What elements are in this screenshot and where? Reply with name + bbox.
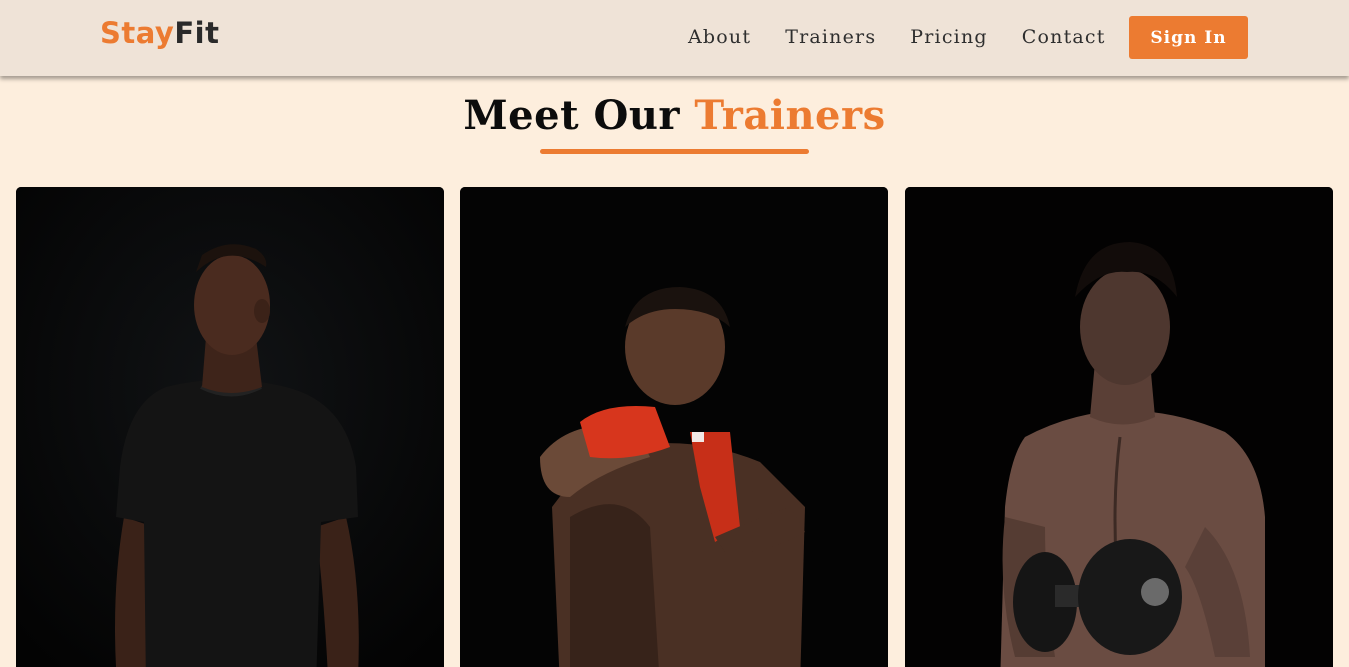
sign-in-button[interactable]: Sign In xyxy=(1129,16,1248,59)
trainer-card-2[interactable] xyxy=(460,187,888,667)
title-accent: Trainers xyxy=(694,92,886,139)
trainer-boxing-photo xyxy=(460,187,888,667)
nav-trainers[interactable]: Trainers xyxy=(785,26,876,48)
trainer-card-3[interactable] xyxy=(905,187,1333,667)
nav-contact[interactable]: Contact xyxy=(1022,26,1106,48)
logo-fit: Fit xyxy=(174,16,220,50)
logo[interactable]: StayFit xyxy=(100,16,219,50)
main-nav: About Trainers Pricing Contact xyxy=(688,26,1140,48)
trainer-black-shirt-photo xyxy=(16,187,444,667)
nav-pricing[interactable]: Pricing xyxy=(910,26,987,48)
title-main: Meet Our xyxy=(463,92,680,139)
trainer-dumbbell-photo xyxy=(905,187,1333,667)
nav-about[interactable]: About xyxy=(688,26,751,48)
section-title: Meet Our Trainers xyxy=(0,92,1349,139)
logo-stay: Stay xyxy=(100,16,175,50)
title-underline xyxy=(540,149,809,154)
site-header: StayFit About Trainers Pricing Contact S… xyxy=(0,0,1349,76)
trainer-card-1[interactable] xyxy=(16,187,444,667)
